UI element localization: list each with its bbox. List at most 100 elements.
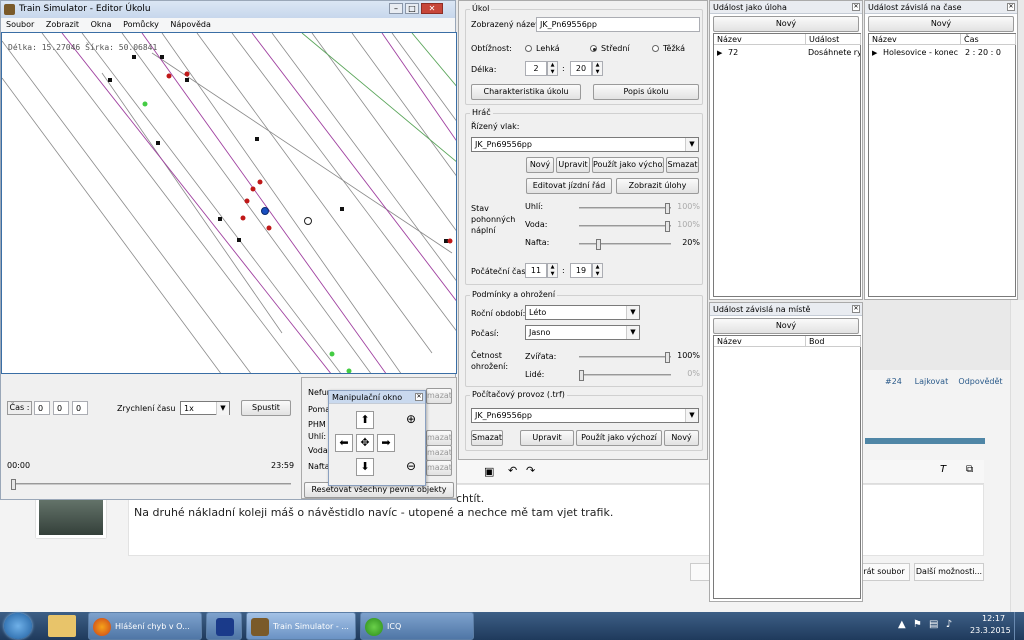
diesel-slider[interactable] [579, 239, 671, 250]
coal-slider[interactable] [579, 203, 671, 214]
start-minutes[interactable]: 19 [570, 263, 592, 278]
network-icon[interactable]: ▤ [929, 619, 938, 630]
save-icon[interactable]: ▣ [484, 465, 494, 478]
timeline-slider[interactable] [11, 479, 291, 490]
menu-zobrazit[interactable]: Zobrazit [46, 20, 79, 29]
new-train-button[interactable]: Nový [526, 157, 554, 173]
taskbar-item-train-simulator[interactable]: Train Simulator - ... [246, 612, 356, 640]
season-select[interactable]: Léto ▼ [525, 305, 640, 320]
show-tasks-button[interactable]: Zobrazit úlohy [616, 178, 699, 194]
use-default-train-button[interactable]: Použít jako výchozí [592, 157, 664, 173]
name-input[interactable]: JK_Pn69556pp [536, 17, 700, 32]
move-center-button[interactable]: ✥ [356, 434, 374, 452]
difficulty-easy[interactable]: Lehká [525, 44, 560, 53]
time-seconds[interactable]: 0 [72, 401, 88, 415]
event-task-new-button[interactable]: Nový [713, 16, 859, 32]
edit-timetable-button[interactable]: Editovat jízdní řád [526, 178, 612, 194]
close-icon[interactable]: ✕ [421, 3, 443, 14]
arrow-up-button[interactable]: ⬆ [356, 411, 374, 429]
new-traffic-button[interactable]: Nový [664, 430, 699, 446]
behind-button-4[interactable]: mazat [426, 460, 452, 476]
close-icon[interactable]: ✕ [852, 305, 860, 313]
time-hours[interactable]: 0 [34, 401, 50, 415]
table-row[interactable]: ▶ Holesovice - konec 2 : 20 : 0 [869, 47, 1015, 59]
explorer-taskbar-icon[interactable] [48, 615, 76, 637]
arrow-down-button[interactable]: ⬇ [356, 458, 374, 476]
animals-thumb[interactable] [665, 352, 670, 363]
close-icon[interactable]: ✕ [1007, 3, 1015, 11]
event-time-col-time[interactable]: Čas [961, 34, 1016, 45]
task-description-button[interactable]: Popis úkolu [593, 84, 699, 100]
taskbar-item-icq[interactable]: ICQ [360, 612, 474, 640]
map-canvas[interactable]: Délka: 15.27046 Šírka: 50.06841 [1, 32, 457, 374]
water-slider[interactable] [579, 221, 671, 232]
like-link[interactable]: Lajkovat [915, 377, 949, 386]
reply-link[interactable]: Odpovědět [958, 377, 1002, 386]
behind-button-2[interactable]: mazat [426, 430, 452, 446]
use-default-traffic-button[interactable]: Použít jako výchozí [576, 430, 662, 446]
event-task-col-name[interactable]: Název [714, 34, 806, 45]
event-place-col-point[interactable]: Bod [806, 336, 861, 347]
partial-button[interactable] [690, 563, 710, 581]
clear-format-icon[interactable]: T [940, 464, 946, 475]
people-thumb[interactable] [579, 370, 584, 381]
coal-thumb[interactable] [665, 203, 670, 214]
event-place-col-name[interactable]: Název [714, 336, 806, 347]
zoom-out-icon[interactable]: ⊖ [402, 458, 420, 476]
accel-select[interactable]: 1x ▼ [180, 401, 230, 415]
animals-slider[interactable] [579, 352, 671, 363]
traffic-select[interactable]: JK_Pn69556pp ▼ [471, 408, 699, 423]
maximize-icon[interactable]: □ [405, 3, 419, 14]
show-desktop-button[interactable] [1014, 612, 1024, 640]
track-map[interactable] [2, 33, 457, 374]
menu-pomucky[interactable]: Pomůcky [123, 20, 159, 29]
volume-icon[interactable]: ♪ [946, 619, 952, 630]
minimize-icon[interactable]: – [389, 3, 403, 14]
clock-time[interactable]: 12:17 [982, 614, 1005, 623]
attach-file-button[interactable]: rát soubor [858, 563, 910, 581]
zoom-in-icon[interactable]: ⊕ [402, 411, 420, 429]
difficulty-hard[interactable]: Těžká [652, 44, 685, 53]
undo-icon[interactable]: ↶ [508, 464, 517, 477]
menu-napoveda[interactable]: Nápověda [170, 20, 211, 29]
length-hours-stepper[interactable]: ▲ ▼ [547, 61, 558, 76]
redo-icon[interactable]: ↷ [526, 464, 535, 477]
start-button[interactable] [4, 613, 32, 639]
weather-select[interactable]: Jasno ▼ [525, 325, 640, 340]
train-select[interactable]: JK_Pn69556pp ▼ [471, 137, 699, 152]
menu-okna[interactable]: Okna [91, 20, 112, 29]
arrow-right-button[interactable]: ➡ [377, 434, 395, 452]
table-row[interactable]: ▶ 72 Dosáhnete rychl [714, 47, 860, 59]
start-hours-stepper[interactable]: ▲ ▼ [547, 263, 558, 278]
water-thumb[interactable] [665, 221, 670, 232]
event-place-new-button[interactable]: Nový [713, 318, 859, 334]
timeline-thumb[interactable] [11, 479, 16, 490]
characteristics-button[interactable]: Charakteristika úkolu [471, 84, 581, 100]
close-icon[interactable]: ✕ [852, 3, 860, 11]
close-icon[interactable]: ✕ [415, 393, 423, 401]
diesel-thumb[interactable] [596, 239, 601, 250]
behind-button-1[interactable]: mazat [426, 388, 452, 404]
more-options-button[interactable]: Další možnosti... [914, 563, 984, 581]
event-time-new-button[interactable]: Nový [868, 16, 1014, 32]
flag-icon[interactable]: ⚑ [913, 619, 922, 630]
delete-traffic-button[interactable]: Smazat [471, 430, 503, 446]
arrow-left-button[interactable]: ⬅ [335, 434, 353, 452]
run-button[interactable]: Spustit [241, 400, 291, 416]
page-scrollbar[interactable] [1010, 300, 1024, 612]
edit-traffic-button[interactable]: Upravit [520, 430, 574, 446]
length-hours[interactable]: 2 [525, 61, 547, 76]
clock-date[interactable]: 23.3.2015 [970, 626, 1011, 635]
time-minutes[interactable]: 0 [53, 401, 69, 415]
length-minutes[interactable]: 20 [570, 61, 592, 76]
behind-button-3[interactable]: mazat [426, 445, 452, 461]
length-minutes-stepper[interactable]: ▲ ▼ [592, 61, 603, 76]
event-task-col-event[interactable]: Událost [806, 34, 861, 45]
people-slider[interactable] [579, 370, 671, 381]
menu-soubor[interactable]: Soubor [6, 20, 34, 29]
delete-train-button[interactable]: Smazat [666, 157, 699, 173]
edit-train-button[interactable]: Upravit [556, 157, 590, 173]
start-hours[interactable]: 11 [525, 263, 547, 278]
difficulty-medium[interactable]: Střední [590, 44, 630, 53]
taskbar-item-firefox[interactable]: Hlášení chyb v O... [88, 612, 202, 640]
